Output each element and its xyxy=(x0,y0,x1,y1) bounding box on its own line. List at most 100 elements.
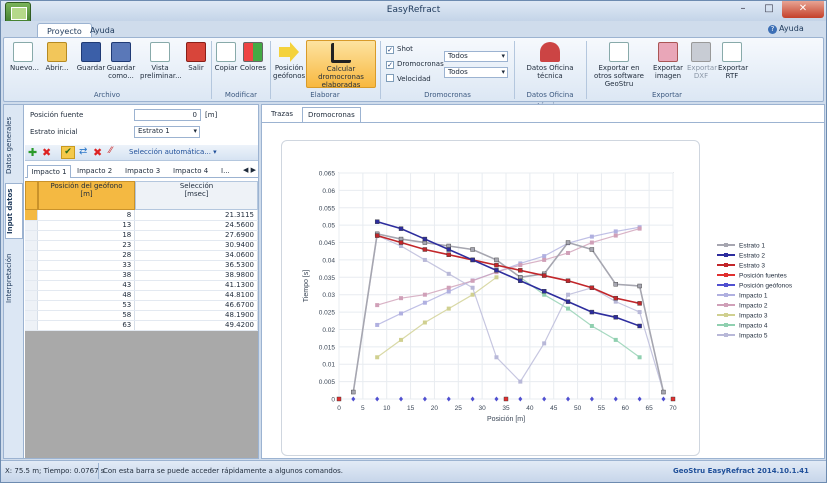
tab-impacto-1[interactable]: Impacto 1 xyxy=(27,165,71,178)
cell-posicion[interactable]: 18 xyxy=(37,230,136,241)
tab-impacto-4[interactable]: Impacto 4 xyxy=(173,167,208,175)
cell-seleccion[interactable]: 38.9800 xyxy=(134,270,258,281)
cell-seleccion[interactable]: 41.1300 xyxy=(134,280,258,291)
table-row[interactable]: 43 41.1300 xyxy=(25,280,258,291)
tab-impacto-3[interactable]: Impacto 3 xyxy=(125,167,160,175)
cell-posicion[interactable]: 43 xyxy=(37,280,136,291)
posicion-geofonos-button[interactable]: Posición geófonos xyxy=(273,40,305,90)
row-header[interactable] xyxy=(25,220,39,231)
help-link[interactable]: ? Ayuda xyxy=(768,24,804,34)
cell-seleccion[interactable]: 27.6900 xyxy=(134,230,258,241)
table-row[interactable]: 13 24.5600 xyxy=(25,220,258,231)
posicion-fuente-input[interactable]: 0 xyxy=(134,109,201,121)
table-row[interactable]: 58 48.1900 xyxy=(25,310,258,321)
row-header[interactable] xyxy=(25,270,39,281)
shot-checkbox[interactable]: ✓ Shot xyxy=(386,44,413,54)
cell-posicion[interactable]: 28 xyxy=(37,250,136,261)
cell-posicion[interactable]: 33 xyxy=(37,260,136,271)
delete-icon[interactable]: ✖ xyxy=(42,146,51,159)
check-icon[interactable]: ✔ xyxy=(61,146,75,159)
row-header[interactable] xyxy=(25,320,39,331)
salir-button[interactable]: Salir xyxy=(184,40,208,90)
cell-posicion[interactable]: 13 xyxy=(37,220,136,231)
tab-scroll-arrows[interactable]: ◀ ▶ xyxy=(243,166,256,174)
velocidad-checkbox[interactable]: Velocidad xyxy=(386,74,431,84)
table-row[interactable]: 28 34.0600 xyxy=(25,250,258,261)
estrato-inicial-select[interactable]: Estrato 1 xyxy=(134,126,200,138)
cell-seleccion[interactable]: 34.0600 xyxy=(134,250,258,261)
calcular-dromocronas-button[interactable]: Calcular dromocronas elaboradas xyxy=(306,40,376,89)
close-button[interactable]: ✕ xyxy=(782,1,824,18)
row-header[interactable] xyxy=(25,260,39,271)
swap-icon[interactable]: ⇄ xyxy=(79,146,87,157)
row-header[interactable] xyxy=(25,280,39,291)
table-row[interactable]: 63 49.4200 xyxy=(25,320,258,331)
add-icon[interactable]: ✚ xyxy=(28,146,37,159)
vista-preliminar-button[interactable]: Vista preliminar... xyxy=(140,40,182,90)
cell-posicion[interactable]: 8 xyxy=(37,210,136,221)
row-header[interactable] xyxy=(25,230,39,241)
dromocronas-combo-1[interactable]: Todos xyxy=(444,51,508,62)
tab-impacto-more[interactable]: I... xyxy=(221,167,230,175)
exportar-imagen-button[interactable]: Exportar imagen xyxy=(652,40,684,90)
exportar-rtf-button[interactable]: Exportar RTF xyxy=(718,40,748,90)
vtab-interpretacion[interactable]: Interpretación xyxy=(5,245,23,311)
guardar-label: Guardar xyxy=(76,64,106,72)
tab-ayuda[interactable]: Ayuda xyxy=(81,23,124,38)
cell-posicion[interactable]: 53 xyxy=(37,300,136,311)
table-row[interactable]: 48 44.8100 xyxy=(25,290,258,301)
table-row[interactable]: 18 27.6900 xyxy=(25,230,258,241)
tab-impacto-2[interactable]: Impacto 2 xyxy=(77,167,112,175)
cell-posicion[interactable]: 23 xyxy=(37,240,136,251)
abrir-button[interactable]: Abrir... xyxy=(44,40,70,90)
table-row[interactable]: 33 36.5300 xyxy=(25,260,258,271)
cell-seleccion[interactable]: 48.1900 xyxy=(134,310,258,321)
minimize-button[interactable]: – xyxy=(730,1,756,18)
cell-seleccion[interactable]: 46.6700 xyxy=(134,300,258,311)
exportar-dxf-button[interactable]: Exportar DXF xyxy=(687,40,717,90)
copiar-button[interactable]: Copiar xyxy=(214,40,238,90)
cell-seleccion[interactable]: 44.8100 xyxy=(134,290,258,301)
guardar-como-button[interactable]: Guardar como... xyxy=(106,40,136,90)
row-header[interactable] xyxy=(25,240,39,251)
col-header-posicion[interactable]: Posición del geófono [m] xyxy=(38,181,135,210)
print-preview-icon xyxy=(150,42,170,62)
cell-seleccion[interactable]: 49.4200 xyxy=(134,320,258,331)
guardar-button[interactable]: Guardar xyxy=(76,40,106,90)
cell-seleccion[interactable]: 36.5300 xyxy=(134,260,258,271)
table-row[interactable]: 23 30.9400 xyxy=(25,240,258,251)
cell-posicion[interactable]: 48 xyxy=(37,290,136,301)
row-header[interactable] xyxy=(25,250,39,261)
cell-posicion[interactable]: 58 xyxy=(37,310,136,321)
cell-posicion[interactable]: 38 xyxy=(37,270,136,281)
cell-seleccion[interactable]: 24.5600 xyxy=(134,220,258,231)
row-header[interactable] xyxy=(25,310,39,321)
colores-button[interactable]: Colores xyxy=(239,40,267,90)
cell-seleccion[interactable]: 21.3115 xyxy=(134,210,258,221)
eraser-icon[interactable]: ⁄⁄ xyxy=(109,146,112,156)
vtab-input-datos[interactable]: Input datos xyxy=(5,183,23,239)
cell-seleccion[interactable]: 30.9400 xyxy=(134,240,258,251)
table-row[interactable]: 53 46.6700 xyxy=(25,300,258,311)
maximize-button[interactable]: □ xyxy=(756,1,782,18)
exportar-geostru-button[interactable]: Exportar en otros software GeoStru xyxy=(589,40,649,90)
data-point xyxy=(375,303,380,308)
datos-oficina-button[interactable]: Datos Oficina técnica xyxy=(520,40,580,90)
seleccion-automatica-dropdown[interactable]: Selección automática... ▾ xyxy=(129,148,217,156)
table-row[interactable]: 8 21.3115 xyxy=(25,210,258,221)
table-row[interactable]: 38 38.9800 xyxy=(25,270,258,281)
nuevo-button[interactable]: Nuevo... xyxy=(10,40,39,90)
data-point xyxy=(637,355,642,360)
row-header[interactable] xyxy=(25,290,39,301)
clear-icon[interactable]: ✖ xyxy=(93,146,102,159)
data-point xyxy=(518,278,523,283)
dromocronas-checkbox[interactable]: ✓ Dromocronas xyxy=(386,59,444,69)
dromocronas-combo-2[interactable]: Todos xyxy=(444,67,508,78)
y-tick-label: 0.01 xyxy=(322,362,335,369)
vtab-datos-generales[interactable]: Datos generales xyxy=(5,110,23,180)
row-header[interactable] xyxy=(25,210,39,221)
row-header[interactable] xyxy=(25,300,39,311)
col-header-seleccion[interactable]: Selección [msec] xyxy=(135,181,258,210)
y-tick-label: 0.02 xyxy=(322,327,335,334)
cell-posicion[interactable]: 63 xyxy=(37,320,136,331)
